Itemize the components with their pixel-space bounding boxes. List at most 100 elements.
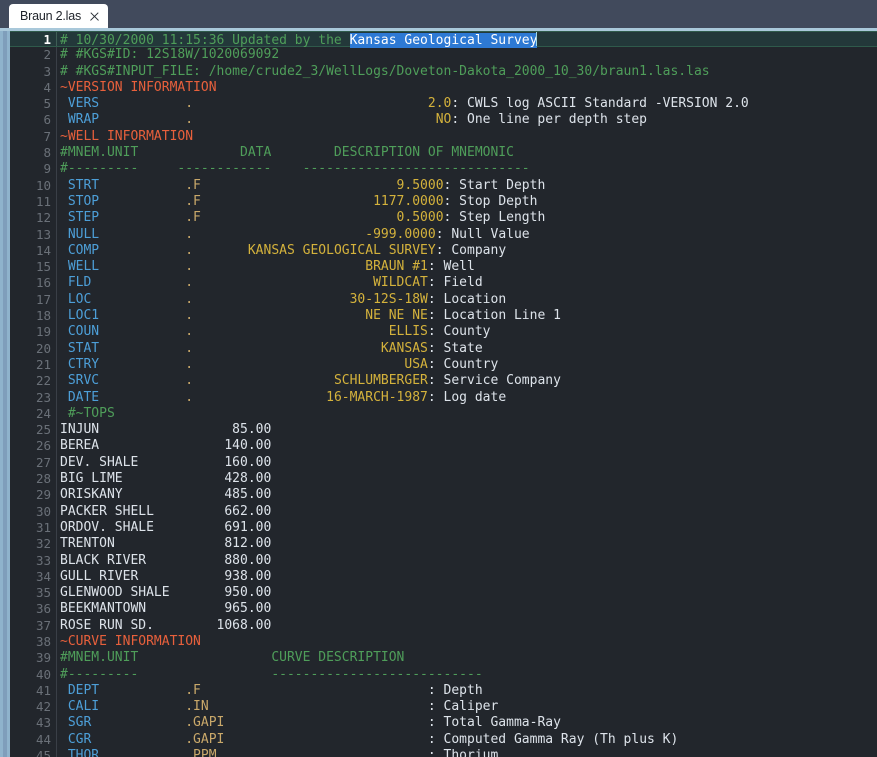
line-number: 8 [10,145,56,161]
editor-area[interactable]: 1# 10/30/2000 11:15:36 Updated by the Ka… [0,28,877,757]
gutter-divider [56,748,57,757]
code-line[interactable]: 22 SRVC . SCHLUMBERGER: Service Company [10,373,877,389]
code-token: DEPT [60,683,99,698]
line-number: 11 [10,194,56,210]
gutter-divider [56,64,57,80]
code-line[interactable]: 12 STEP .F 0.5000: Step Length [10,210,877,226]
code-token: WILDCAT [193,275,428,290]
line-number: 26 [10,438,56,454]
code-line[interactable]: 29ORISKANY 485.00 [10,487,877,503]
line-text: LOC . 30-12S-18W: Location [60,292,506,308]
code-line[interactable]: 23 DATE . 16-MARCH-1987: Log date [10,390,877,406]
code-line[interactable]: 13 NULL . -999.0000: Null Value [10,227,877,243]
code-token: USA [193,357,428,372]
gutter-divider [56,80,57,96]
editor-tab-braun-2-las[interactable]: Braun 2.las [9,4,108,28]
code-line[interactable]: 42 CALI .IN : Caliper [10,699,877,715]
gutter-divider [56,324,57,340]
line-number: 3 [10,64,56,80]
code-line[interactable]: 37ROSE RUN SD. 1068.00 [10,618,877,634]
code-line[interactable]: 28BIG LIME 428.00 [10,471,877,487]
code-line[interactable]: 39#MNEM.UNIT CURVE DESCRIPTION [10,650,877,666]
code-line[interactable]: 16 FLD . WILDCAT: Field [10,275,877,291]
code-token: . [99,112,193,127]
code-line[interactable]: 15 WELL . BRAUN #1: Well [10,259,877,275]
editor-left-border [0,28,10,757]
code-line[interactable]: 33BLACK RIVER 880.00 [10,553,877,569]
code-line[interactable]: 14 COMP . KANSAS GEOLOGICAL SURVEY: Comp… [10,243,877,259]
code-token: ~WELL INFORMATION [60,129,193,144]
code-line[interactable]: 1# 10/30/2000 11:15:36 Updated by the Ka… [10,31,877,47]
line-number: 12 [10,210,56,226]
code-line[interactable]: 45 THOR .PPM : Thorium [10,748,877,757]
code-line[interactable]: 6 WRAP . NO: One line per depth step [10,112,877,128]
line-text: GLENWOOD SHALE 950.00 [60,585,271,601]
text-cursor [536,32,537,46]
gutter-divider [56,650,57,666]
selected-text: Kansas Geological Survey [350,33,538,48]
code-line[interactable]: 24 #~TOPS [10,406,877,422]
line-number: 32 [10,536,56,552]
code-line[interactable]: 31ORDOV. SHALE 691.00 [10,520,877,536]
code-token: .GAPI [91,732,224,747]
code-line[interactable]: 40#--------- --------------------------- [10,667,877,683]
code-line[interactable]: 8 #MNEM.UNIT DATA DESCRIPTION OF MNEMONIC [10,145,877,161]
line-text: NULL . -999.0000: Null Value [60,227,530,243]
code-token: FLD [60,275,91,290]
code-line[interactable]: 11 STOP .F 1177.0000: Stop Depth [10,194,877,210]
gutter-divider [56,422,57,438]
line-text: LOC1 . NE NE NE: Location Line 1 [60,308,561,324]
code-token: .IN [99,699,209,714]
line-text: #MNEM.UNIT DATA DESCRIPTION OF MNEMONIC [60,145,514,161]
line-text: ORDOV. SHALE 691.00 [60,520,271,536]
code-token: WRAP [60,112,99,127]
code-line[interactable]: 9#--------- ------------ ---------------… [10,161,877,177]
code-line[interactable]: 17 LOC . 30-12S-18W: Location [10,292,877,308]
code-token: : Location [428,292,506,307]
close-icon[interactable] [88,10,101,23]
code-line[interactable]: 25INJUN 85.00 [10,422,877,438]
code-token: 1177.0000 [201,194,444,209]
gutter-divider [56,634,57,650]
code-line[interactable]: 38~CURVE INFORMATION [10,634,877,650]
code-line[interactable]: 2# #KGS#ID: 12S18W/1020069092 [10,47,877,63]
code-line[interactable]: 26BEREA 140.00 [10,438,877,454]
code-line[interactable]: 21 CTRY . USA: Country [10,357,877,373]
code-line[interactable]: 41 DEPT .F : Depth [10,683,877,699]
code-token: #MNEM.UNIT DATA DESCRIPTION OF MNEMONIC [60,145,514,160]
gutter-divider [56,259,57,275]
code-line[interactable]: 44 CGR .GAPI : Computed Gamma Ray (Th pl… [10,732,877,748]
code-line[interactable]: 30PACKER SHELL 662.00 [10,504,877,520]
code-line[interactable]: 5 VERS . 2.0: CWLS log ASCII Standard -V… [10,96,877,112]
code-token: . [99,390,193,405]
line-number: 37 [10,618,56,634]
code-line[interactable]: 36BEEKMANTOWN 965.00 [10,601,877,617]
code-line[interactable]: 10 STRT .F 9.5000: Start Depth [10,178,877,194]
code-line[interactable]: 18 LOC1 . NE NE NE: Location Line 1 [10,308,877,324]
code-line[interactable]: 19 COUN . ELLIS: County [10,324,877,340]
code-token: : Start Depth [444,178,546,193]
code-line[interactable]: 43 SGR .GAPI : Total Gamma-Ray [10,715,877,731]
code-line[interactable]: 34GULL RIVER 938.00 [10,569,877,585]
line-text: GULL RIVER 938.00 [60,569,271,585]
line-text: CTRY . USA: Country [60,357,498,373]
code-line[interactable]: 35GLENWOOD SHALE 950.00 [10,585,877,601]
code-line[interactable]: 27DEV. SHALE 160.00 [10,455,877,471]
code-token: #~TOPS [60,406,115,421]
code-token: 9.5000 [201,178,444,193]
code-line[interactable]: 7~WELL INFORMATION [10,129,877,145]
code-content[interactable]: 1# 10/30/2000 11:15:36 Updated by the Ka… [10,31,877,757]
code-line[interactable]: 20 STAT . KANSAS: State [10,341,877,357]
code-token: ~CURVE INFORMATION [60,634,201,649]
line-text: STAT . KANSAS: State [60,341,483,357]
code-token: : State [428,341,483,356]
code-token: THOR [60,748,99,757]
code-token: 0.5000 [201,210,444,225]
code-line[interactable]: 3# #KGS#INPUT_FILE: /home/crude2_3/WellL… [10,64,877,80]
code-token: ELLIS [193,324,428,339]
code-line[interactable]: 32TRENTON 812.00 [10,536,877,552]
line-text: ~VERSION INFORMATION [60,80,217,96]
code-line[interactable]: 4~VERSION INFORMATION [10,80,877,96]
line-number: 36 [10,601,56,617]
gutter-divider [56,308,57,324]
